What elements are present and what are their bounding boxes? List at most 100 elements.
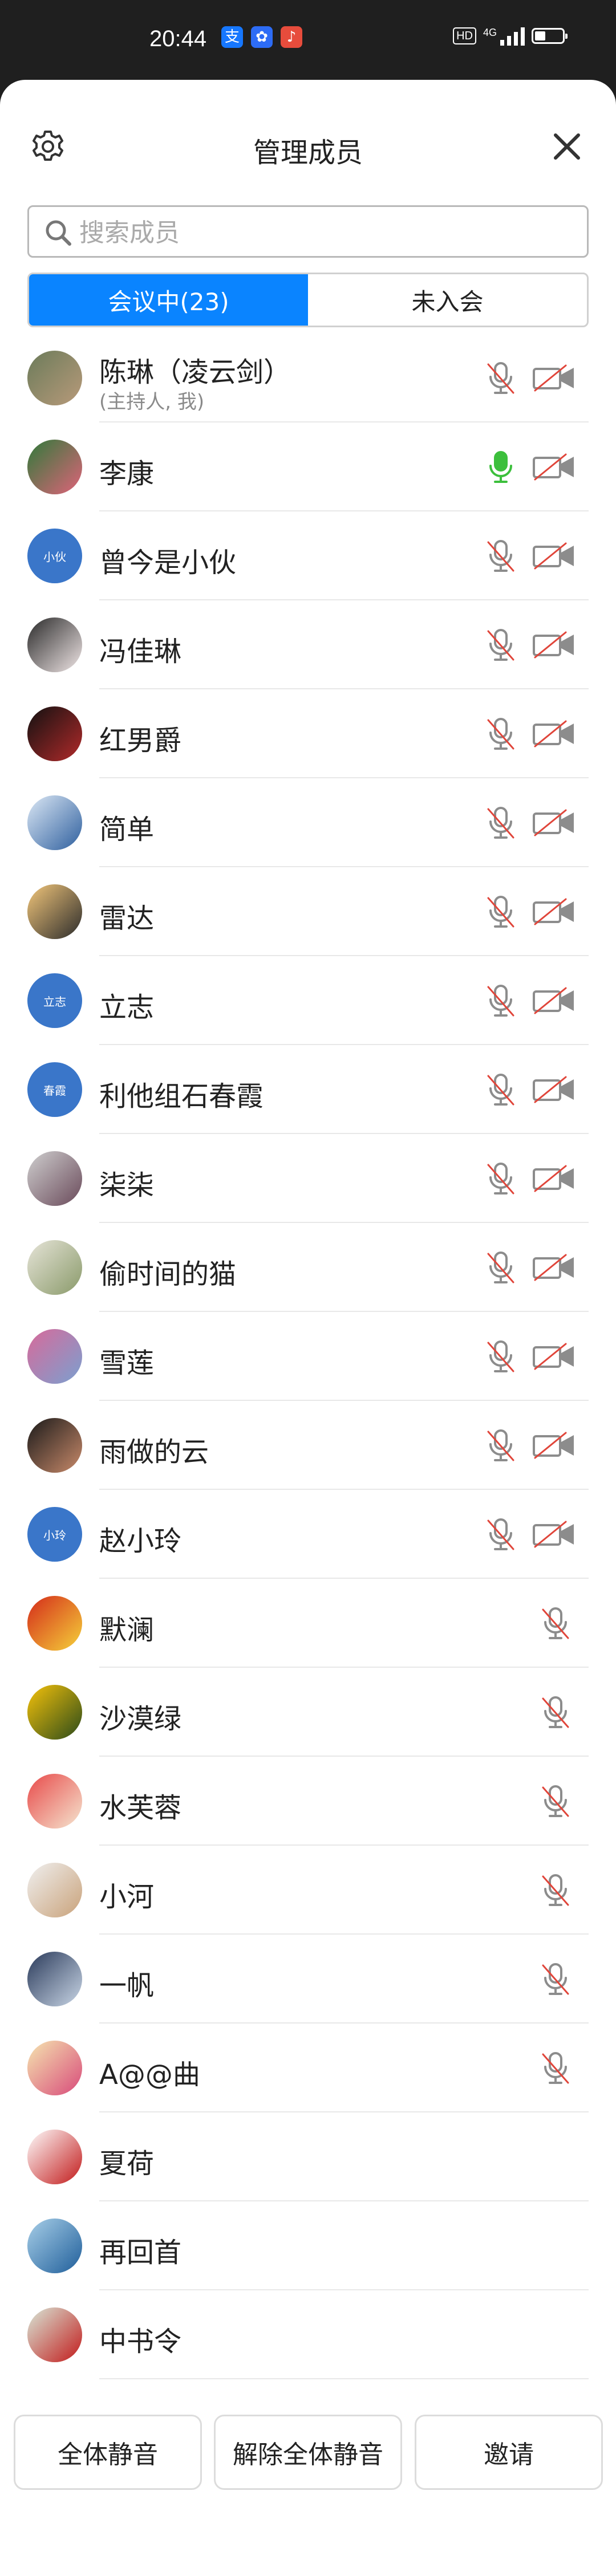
member-row[interactable]: 中书令 [0, 2290, 616, 2379]
camera-off-icon[interactable] [532, 1521, 577, 1548]
microphone-muted-icon[interactable] [485, 806, 517, 840]
microphone-muted-icon[interactable] [485, 1072, 517, 1107]
member-row[interactable]: 冯佳琳 [0, 600, 616, 689]
microphone-muted-icon[interactable] [485, 1161, 517, 1196]
member-name: 小河 [99, 1881, 155, 1913]
avatar [27, 1863, 82, 1917]
status-time: 20:44 [149, 26, 207, 51]
avatar [27, 440, 82, 494]
microphone-on-icon[interactable] [485, 450, 517, 484]
search-input[interactable] [78, 215, 571, 250]
member-row[interactable]: 偷时间的猫 [0, 1223, 616, 1312]
microphone-muted-icon[interactable] [485, 717, 517, 751]
member-row[interactable]: 雪莲 [0, 1312, 616, 1401]
microphone-muted-icon[interactable] [485, 1517, 517, 1551]
avatar [27, 1685, 82, 1740]
member-row[interactable]: 春霞 利他组石春霞 [0, 1045, 616, 1134]
camera-off-icon[interactable] [532, 1343, 577, 1370]
member-row[interactable]: 水芙蓉 [0, 1757, 616, 1846]
member-row[interactable]: 沙漠绿 [0, 1668, 616, 1757]
microphone-muted-icon[interactable] [540, 1962, 572, 1996]
mute-all-button[interactable]: 全体静音 [14, 2415, 202, 2490]
app-notification-icon: ✿ [251, 26, 273, 48]
microphone-muted-icon[interactable] [485, 1250, 517, 1285]
member-row[interactable]: 李康 [0, 422, 616, 511]
camera-off-icon[interactable] [532, 1076, 577, 1103]
member-row[interactable]: 雷达 [0, 867, 616, 956]
tab-not-joined[interactable]: 未入会 [308, 274, 587, 326]
camera-off-icon[interactable] [532, 631, 577, 659]
camera-off-icon[interactable] [532, 809, 577, 836]
member-name: 立志 [99, 992, 155, 1023]
member-row[interactable]: 小河 [0, 1846, 616, 1935]
search-icon [46, 220, 71, 246]
microphone-muted-icon[interactable] [485, 628, 517, 662]
avatar [27, 1596, 82, 1651]
member-name: 默澜 [99, 1614, 155, 1646]
camera-off-icon[interactable] [532, 364, 577, 392]
tab-in-meeting[interactable]: 会议中(23) [29, 274, 308, 326]
avatar-initials: 春霞 [43, 1083, 66, 1098]
member-list: 陈琳（凌云剑） (主持人, 我) 李康小伙 曾今是小伙 冯佳琳 红男爵简单雷达立志 立志春霞… [0, 334, 616, 2379]
member-row[interactable]: 再回首 [0, 2201, 616, 2290]
camera-off-icon[interactable] [532, 987, 577, 1014]
member-name: 李康 [99, 458, 155, 490]
microphone-muted-icon[interactable] [485, 1428, 517, 1462]
microphone-muted-icon[interactable] [540, 1784, 572, 1818]
footer-actions: 全体静音 解除全体静音 邀请 [0, 2415, 616, 2494]
close-icon[interactable] [550, 129, 584, 164]
avatar-initials: 小伙 [43, 550, 66, 564]
member-row[interactable]: 一帆 [0, 1935, 616, 2024]
camera-off-icon[interactable] [532, 1254, 577, 1281]
microphone-muted-icon[interactable] [540, 1695, 572, 1729]
member-row[interactable]: 默澜 [0, 1579, 616, 1668]
microphone-muted-icon[interactable] [540, 2051, 572, 2085]
avatar [27, 2041, 82, 2095]
music-notification-icon: ♪ [281, 26, 302, 48]
avatar: 春霞 [27, 1062, 82, 1117]
member-row[interactable]: 夏荷 [0, 2112, 616, 2201]
camera-off-icon[interactable] [532, 1165, 577, 1192]
invite-button[interactable]: 邀请 [415, 2415, 603, 2490]
microphone-muted-icon[interactable] [485, 361, 517, 395]
microphone-muted-icon[interactable] [540, 1606, 572, 1640]
member-row[interactable]: 简单 [0, 778, 616, 867]
status-bar: 20:44 支 ✿ ♪ HD 4G [0, 0, 616, 80]
member-row[interactable]: 红男爵 [0, 689, 616, 778]
member-role: (主持人, 我) [99, 391, 205, 413]
microphone-muted-icon[interactable] [540, 1873, 572, 1907]
manage-members-sheet: 管理成员 会议中(23) 未入会 陈琳（凌云剑） (主持人, 我) 李康小伙 曾今是小… [0, 80, 616, 2576]
avatar [27, 2219, 82, 2273]
camera-off-icon[interactable] [532, 1432, 577, 1459]
network-type: 4G [483, 26, 497, 38]
unmute-all-button[interactable]: 解除全体静音 [214, 2415, 402, 2490]
search-box[interactable] [27, 205, 589, 258]
microphone-muted-icon[interactable] [485, 895, 517, 929]
camera-off-icon[interactable] [532, 453, 577, 481]
avatar [27, 706, 82, 761]
member-name: A@@曲 [99, 2059, 200, 2091]
member-row[interactable]: 雨做的云 [0, 1401, 616, 1490]
avatar [27, 2130, 82, 2184]
member-name: 利他组石春霞 [99, 1080, 264, 1112]
member-row[interactable]: 柒柒 [0, 1134, 616, 1223]
avatar-initials: 小玲 [43, 1528, 66, 1542]
member-row[interactable]: 小玲 赵小玲 [0, 1490, 616, 1579]
camera-off-icon[interactable] [532, 720, 577, 747]
avatar-initials: 立志 [43, 994, 66, 1009]
microphone-muted-icon[interactable] [485, 984, 517, 1018]
microphone-muted-icon[interactable] [485, 1339, 517, 1374]
hd-icon: HD [453, 27, 476, 44]
member-name: 再回首 [99, 2237, 182, 2269]
avatar [27, 795, 82, 850]
member-name: 雨做的云 [99, 1436, 209, 1468]
member-name: 简单 [99, 814, 155, 846]
member-row[interactable]: 立志 立志 [0, 956, 616, 1045]
camera-off-icon[interactable] [532, 898, 577, 925]
camera-off-icon[interactable] [532, 542, 577, 570]
microphone-muted-icon[interactable] [485, 539, 517, 573]
member-row[interactable]: 小伙 曾今是小伙 [0, 511, 616, 600]
member-row[interactable]: 陈琳（凌云剑） (主持人, 我) [0, 334, 616, 422]
member-row[interactable]: A@@曲 [0, 2024, 616, 2112]
avatar [27, 1329, 82, 1384]
